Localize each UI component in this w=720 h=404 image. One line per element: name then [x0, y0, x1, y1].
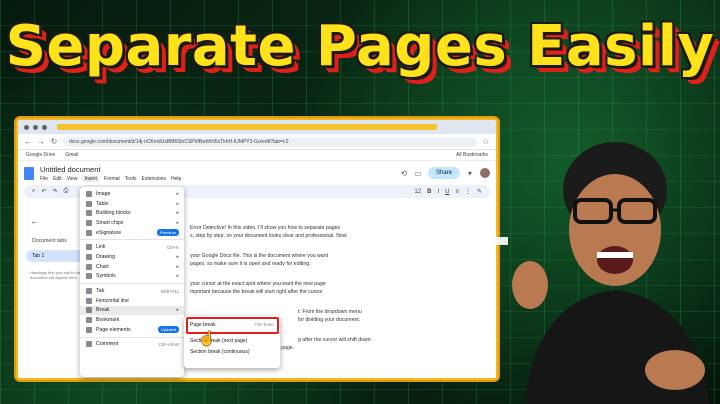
window-dot-icon[interactable]	[33, 124, 38, 130]
bold-icon[interactable]: B	[427, 189, 431, 195]
menu-tools[interactable]: Tools	[125, 176, 137, 182]
smart-chips-icon	[86, 219, 92, 226]
drawing-icon	[86, 253, 92, 260]
more-options-icon[interactable]: ⋮	[465, 188, 471, 195]
tab-1[interactable]: Tab 1	[26, 250, 88, 262]
submenu-item-section-break-continuous[interactable]: Section break (continuous)	[184, 346, 280, 357]
symbols-icon	[86, 273, 92, 280]
menu-item-symbols[interactable]: Symbols ▸	[80, 272, 184, 282]
header-actions: ⟲ ▭ Share ✦	[400, 167, 490, 179]
menu-item-comment[interactable]: Comment Ctrl+Alt+M	[80, 340, 184, 350]
body-line: mportant because the break will start ri…	[190, 289, 323, 295]
link-icon	[86, 244, 92, 251]
align-icon[interactable]: ≡	[455, 189, 459, 195]
menu-insert[interactable]: Insert	[82, 175, 99, 182]
docs-logo-icon[interactable]	[24, 166, 34, 180]
search-menus-icon[interactable]: ⌕	[32, 188, 35, 195]
menu-format[interactable]: Format	[104, 176, 120, 182]
undo-icon[interactable]: ↶	[41, 188, 46, 195]
menu-item-drawing[interactable]: Drawing ▸	[80, 252, 184, 262]
menu-item-bookmark[interactable]: Bookmark	[80, 315, 184, 325]
docs-menubar: File Edit View Insert Format Tools Exten…	[40, 175, 181, 182]
insert-menu: Image ▸ Table ▸ Building blocks ▸ Smart chi…	[80, 187, 184, 377]
editing-mode-icon[interactable]: ✎	[477, 188, 482, 195]
menu-item-horizontal-line[interactable]: Horizontal line	[80, 296, 184, 306]
menu-item-link[interactable]: Link Ctrl+K	[80, 242, 184, 252]
font-size-field[interactable]: 12	[414, 189, 421, 195]
redo-icon[interactable]: ↷	[52, 188, 57, 195]
bookmarks-bar: Google Drive Gmail All Bookmarks	[18, 150, 496, 161]
menu-item-smart-chips[interactable]: Smart chips ▸	[80, 218, 184, 228]
body-line: your cursor at the exact spot where you …	[190, 281, 326, 287]
break-icon	[86, 307, 92, 314]
address-bar: ← → ↻ docs.google.com/document/d/14j-nCK…	[18, 134, 496, 150]
document-tabs-sidebar: ← Document tabs Tab 1 Headings that you …	[26, 216, 88, 280]
gemini-icon[interactable]: ✦	[466, 169, 474, 178]
comment-icon	[86, 341, 92, 348]
menu-divider	[80, 239, 184, 241]
browser-tab[interactable]	[57, 124, 437, 130]
docs-header: Untitled document File Edit View Insert …	[18, 161, 496, 185]
menu-divider	[80, 283, 184, 285]
body-line: pages, so make sure it is open and ready…	[190, 261, 311, 267]
horizontal-line-icon	[86, 297, 92, 304]
menu-help[interactable]: Help	[171, 176, 181, 182]
menu-item-building-blocks[interactable]: Building blocks ▸	[80, 208, 184, 218]
bookmark-gmail[interactable]: Gmail	[65, 152, 78, 158]
menu-item-page-elements[interactable]: Page elements Updated	[80, 325, 184, 335]
tab-icon	[86, 288, 92, 295]
bookmark-icon	[86, 317, 92, 324]
account-avatar[interactable]	[480, 168, 490, 178]
underline-icon[interactable]: U	[445, 189, 449, 195]
forward-arrow-icon[interactable]: →	[37, 137, 45, 146]
pointer-arrow-icon	[388, 230, 508, 252]
menu-item-tab[interactable]: Tab Shift+F11	[80, 286, 184, 296]
menu-item-chart[interactable]: Chart ▸	[80, 262, 184, 272]
document-title[interactable]: Untitled document	[40, 165, 181, 174]
updated-badge: Updated	[157, 326, 179, 334]
page-elements-icon	[86, 326, 92, 333]
print-icon[interactable]: ⎙	[63, 188, 68, 195]
italic-icon[interactable]: I	[437, 189, 439, 195]
menu-item-table[interactable]: Table ▸	[80, 199, 184, 209]
menu-item-esignature[interactable]: eSignature Premium	[80, 228, 184, 238]
body-line: t: From the dropdown menu	[298, 309, 362, 315]
hand-cursor-icon: ☝	[198, 330, 216, 346]
menu-item-image[interactable]: Image ▸	[80, 189, 184, 199]
star-icon[interactable]: ☆	[482, 137, 490, 146]
table-icon	[86, 200, 92, 207]
share-button[interactable]: Share	[427, 167, 460, 179]
menu-item-break[interactable]: Break ▸	[80, 305, 184, 316]
browser-tab-bar	[18, 120, 496, 134]
esignature-icon	[86, 229, 92, 236]
menu-view[interactable]: View	[67, 176, 78, 182]
url-field[interactable]: docs.google.com/document/d/14j-nCKmdUsBM…	[63, 136, 477, 147]
history-icon[interactable]: ⟲	[400, 169, 408, 178]
thumbnail-title: Separate Pages Easily	[5, 14, 715, 79]
all-bookmarks[interactable]: All Bookmarks	[456, 152, 488, 158]
bookmark-google-drive[interactable]: Google Drive	[26, 152, 55, 158]
window-dot-icon[interactable]	[42, 124, 47, 130]
premium-badge: Premium	[156, 229, 179, 237]
menu-edit[interactable]: Edit	[53, 176, 62, 182]
back-arrow-icon[interactable]: ←	[24, 137, 32, 146]
menu-divider	[80, 336, 184, 338]
image-icon	[86, 190, 92, 197]
menu-file[interactable]: File	[40, 176, 48, 182]
presenter-photo	[512, 142, 710, 404]
menu-extensions[interactable]: Extensions	[141, 176, 165, 182]
reload-icon[interactable]: ↻	[50, 137, 58, 146]
chart-icon	[86, 263, 92, 270]
window-dot-icon[interactable]	[24, 124, 29, 130]
comments-icon[interactable]: ▭	[414, 169, 422, 178]
building-blocks-icon	[86, 210, 92, 217]
